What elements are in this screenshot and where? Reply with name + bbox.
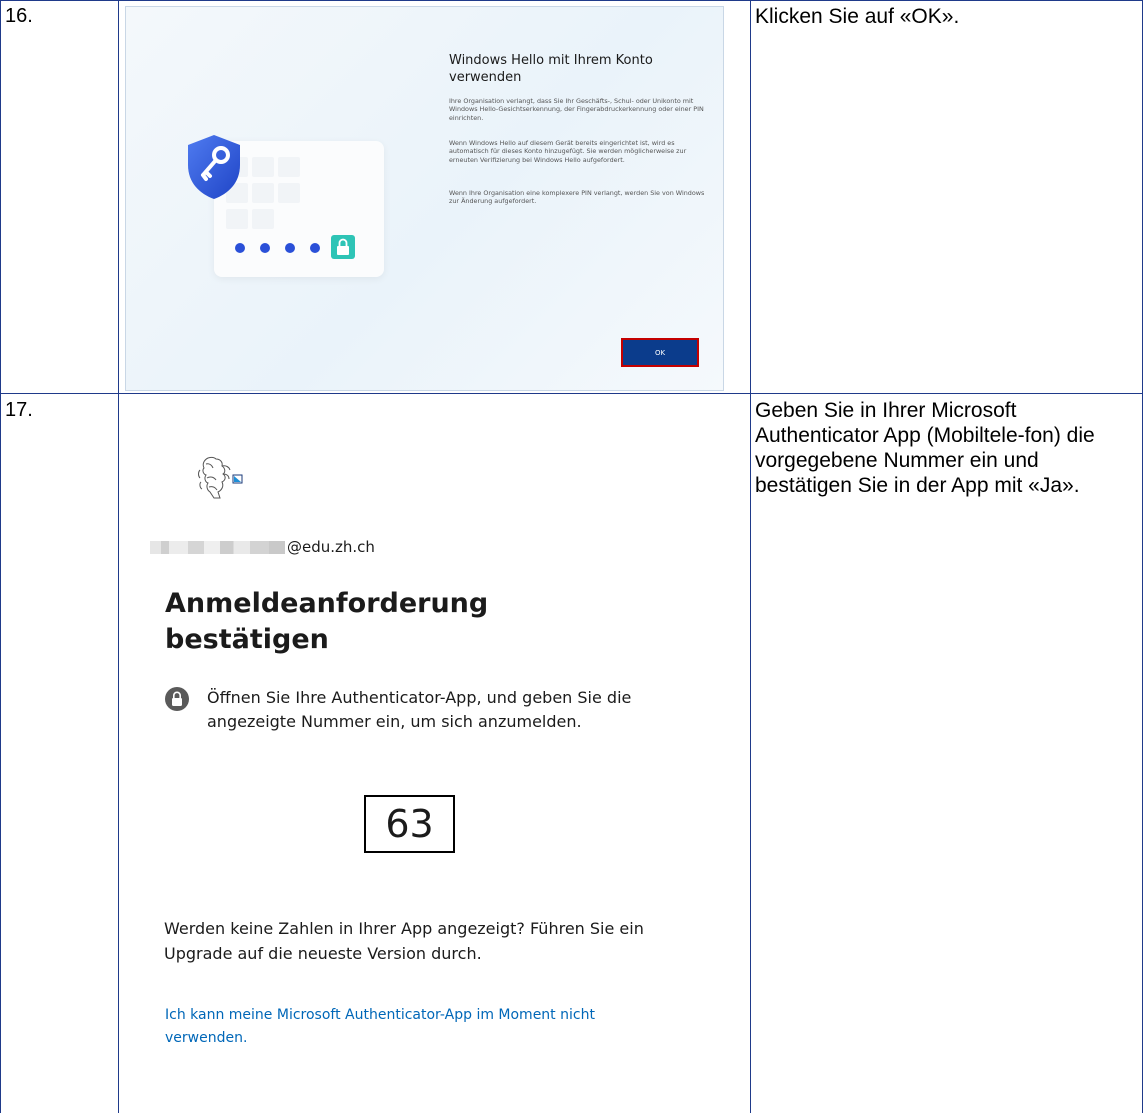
- dialog-paragraph: Wenn Windows Hello auf diesem Gerät bere…: [449, 139, 687, 164]
- table-border-col1: [118, 0, 119, 1113]
- pin-grid-cell: [278, 183, 300, 203]
- dialog-paragraph: Ihre Organisation verlangt, dass Sie Ihr…: [449, 97, 704, 122]
- step-number: 17.: [5, 399, 33, 421]
- table-border-col2: [750, 0, 751, 1113]
- upgrade-hint: Werden keine Zahlen in Ihrer App angezei…: [164, 919, 644, 963]
- pin-grid-cell: [226, 209, 248, 229]
- sign-in-number: 63: [364, 795, 455, 853]
- table-border-left: [0, 0, 1, 1113]
- instruction-table: 16. Klicken Sie auf «OK». Windows Hello …: [0, 0, 1144, 1113]
- pin-grid-cell: [252, 183, 274, 203]
- email-domain: @edu.zh.ch: [287, 538, 375, 556]
- pin-dot: [235, 243, 245, 253]
- ok-button[interactable]: OK: [621, 338, 699, 367]
- pin-grid-cell: [278, 157, 300, 177]
- authenticator-instruction: Öffnen Sie Ihre Authenticator-App, und g…: [207, 688, 632, 731]
- pin-dot: [310, 243, 320, 253]
- pin-grid-cell: [252, 157, 274, 177]
- pin-grid-cell: [252, 209, 274, 229]
- dialog-heading: Windows Hello mit Ihrem Konto verwenden: [449, 53, 653, 85]
- shield-key-icon: [188, 135, 240, 199]
- redacted-username: [150, 540, 285, 554]
- table-row-divider: [0, 393, 1143, 394]
- windows-hello-screenshot: Windows Hello mit Ihrem Konto verwenden …: [125, 6, 724, 391]
- zurich-lion-logo: [198, 456, 243, 499]
- step-instruction: Klicken Sie auf «OK».: [755, 5, 960, 28]
- authenticator-lock-icon: [165, 687, 189, 711]
- page-title: Anmeldeanforderung bestätigen: [165, 588, 489, 655]
- table-border-right: [1142, 0, 1143, 1113]
- cannot-use-app-link[interactable]: Ich kann meine Microsoft Authenticator-A…: [165, 1004, 665, 1050]
- pin-dot: [285, 243, 295, 253]
- step-instruction: Geben Sie in Ihrer Microsoft Authenticat…: [755, 399, 1095, 497]
- step-number: 16.: [5, 5, 33, 27]
- pin-dot: [260, 243, 270, 253]
- lock-icon: [331, 235, 355, 259]
- table-border-top: [0, 0, 1143, 1]
- dialog-paragraph: Wenn Ihre Organisation eine komplexere P…: [449, 189, 705, 206]
- account-email: @edu.zh.ch: [150, 537, 375, 557]
